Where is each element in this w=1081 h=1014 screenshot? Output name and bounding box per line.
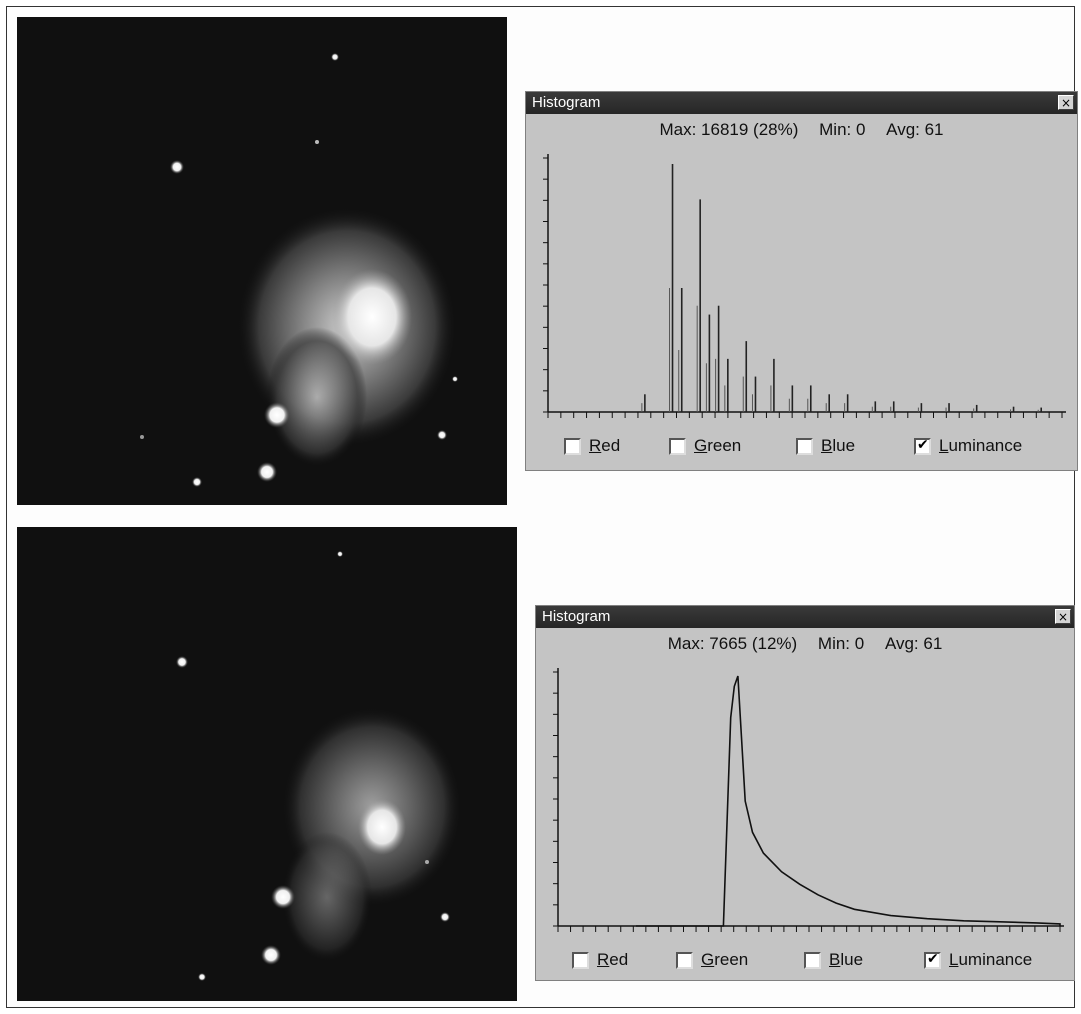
histogram-title: Histogram: [542, 608, 611, 625]
histogram-plot-bottom: [553, 668, 1064, 932]
blue-checkbox-box[interactable]: [804, 951, 821, 969]
avg-stat: Avg: 61: [886, 120, 944, 139]
histogram-window-top: Histogram × Max: 16819 (28%) Min: 0 Avg:…: [525, 91, 1078, 471]
min-stat: Min: 0: [819, 120, 866, 139]
blue-checkbox-label: Blue: [829, 950, 864, 969]
luminance-checkbox-label: Luminance: [949, 950, 1033, 969]
blue-checkbox-label: Blue: [821, 436, 856, 455]
astro-image-top: [17, 17, 507, 505]
histogram-title: Histogram: [532, 94, 601, 111]
min-stat: Min: 0: [817, 634, 865, 653]
green-checkbox-box[interactable]: [676, 951, 693, 969]
green-checkbox-label: Green: [694, 436, 742, 455]
green-checkbox[interactable]: Green: [676, 950, 748, 970]
figure-frame: Histogram × Max: 16819 (28%) Min: 0 Avg:…: [6, 6, 1078, 1008]
luminance-checkbox-box[interactable]: [914, 437, 931, 455]
histogram-window-bottom: Histogram × Max: 7665 (12%) Min: 0 Avg: …: [535, 605, 1075, 981]
histogram-titlebar[interactable]: Histogram: [526, 92, 1077, 114]
blue-checkbox[interactable]: Blue: [804, 950, 863, 970]
astro-image-bottom: [17, 527, 517, 1001]
red-checkbox-label: Red: [597, 950, 629, 969]
max-stat: Max: 16819 (28%): [659, 120, 799, 139]
red-checkbox-box[interactable]: [572, 951, 589, 969]
red-checkbox[interactable]: Red: [564, 436, 620, 456]
histogram-line: [636, 675, 1061, 927]
red-checkbox-label: Red: [589, 436, 621, 455]
close-icon[interactable]: ×: [1058, 95, 1074, 110]
green-checkbox-box[interactable]: [669, 437, 686, 455]
blue-checkbox-box[interactable]: [796, 437, 813, 455]
green-checkbox-label: Green: [701, 950, 749, 969]
histogram-stats: Max: 7665 (12%) Min: 0 Avg: 61: [536, 634, 1074, 654]
blue-checkbox[interactable]: Blue: [796, 436, 855, 456]
green-checkbox[interactable]: Green: [669, 436, 741, 456]
red-checkbox-box[interactable]: [564, 437, 581, 455]
close-icon[interactable]: ×: [1055, 609, 1071, 624]
avg-stat: Avg: 61: [884, 634, 943, 653]
histogram-stats: Max: 16819 (28%) Min: 0 Avg: 61: [526, 120, 1077, 140]
luminance-checkbox-label: Luminance: [939, 436, 1023, 455]
luminance-checkbox-box[interactable]: [924, 951, 941, 969]
max-stat: Max: 7665 (12%): [667, 634, 798, 653]
histogram-plot-top: [543, 154, 1066, 418]
luminance-checkbox[interactable]: Luminance: [914, 436, 1022, 456]
red-checkbox[interactable]: Red: [572, 950, 628, 970]
luminance-checkbox[interactable]: Luminance: [924, 950, 1032, 970]
histogram-titlebar[interactable]: Histogram: [536, 606, 1074, 628]
